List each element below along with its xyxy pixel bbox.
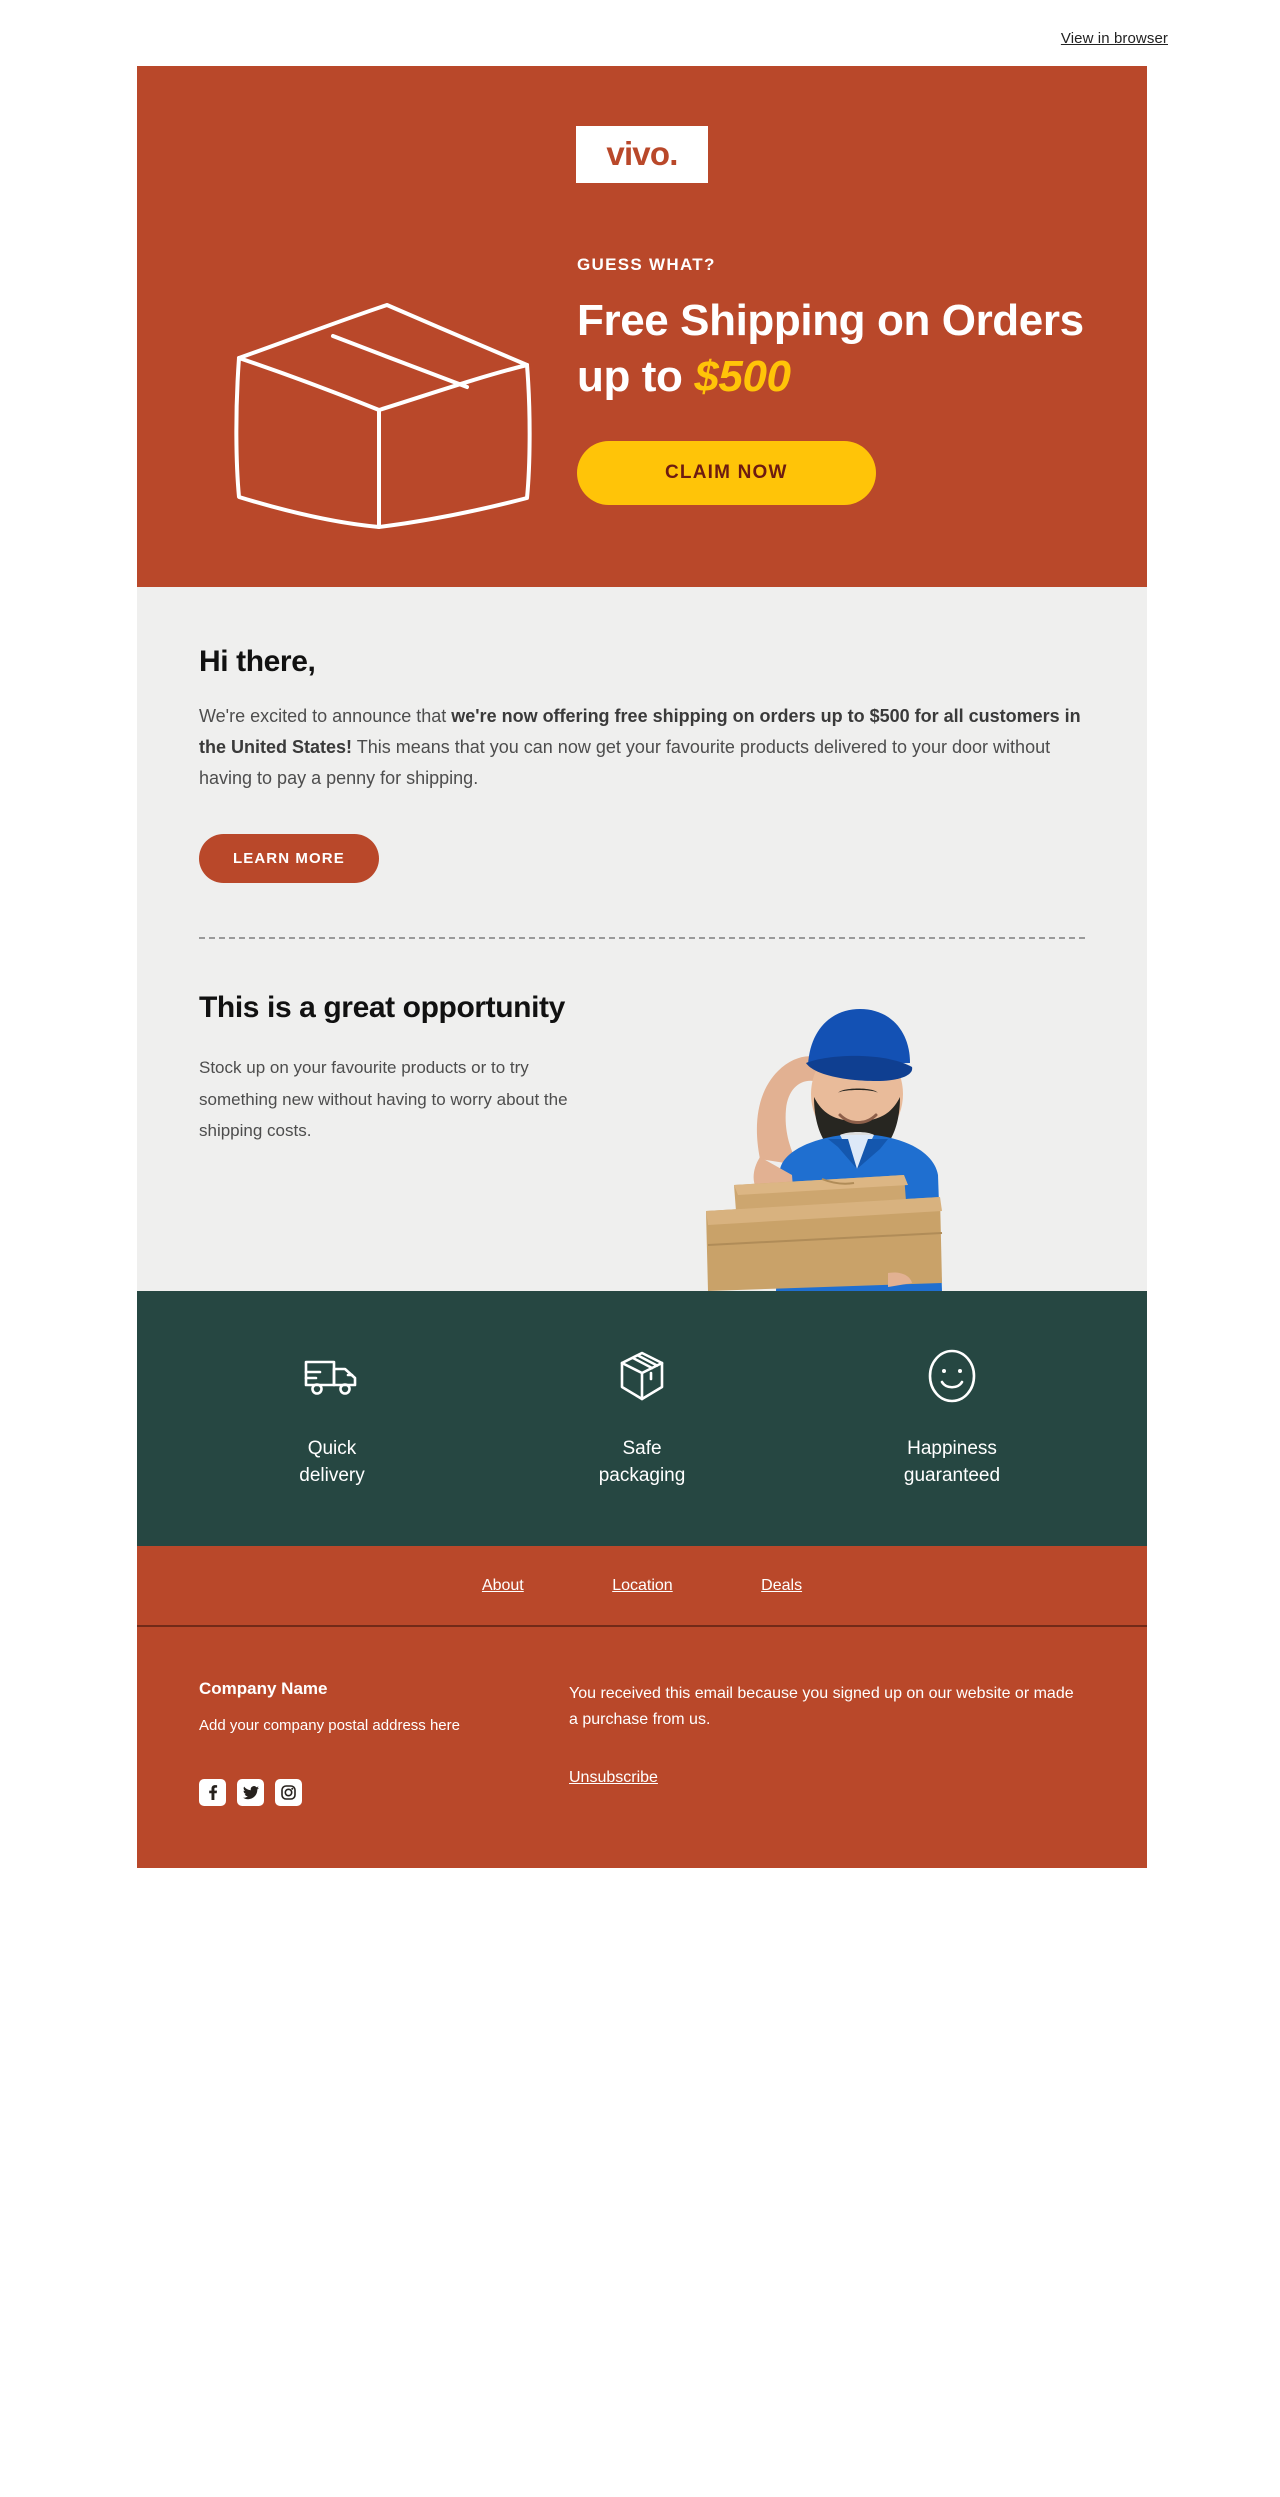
email-container: vivo. GUESS WHAT? Free Shipping on Order… bbox=[137, 66, 1147, 1869]
opportunity-copy: This is a great opportunity Stock up on … bbox=[199, 989, 619, 1147]
cardboard-box-line-art-icon bbox=[234, 303, 532, 529]
package-box-icon bbox=[487, 1345, 797, 1407]
twitter-icon[interactable] bbox=[237, 1779, 264, 1807]
instagram-icon[interactable] bbox=[275, 1779, 302, 1807]
hero-illustration bbox=[187, 225, 577, 535]
footer-section: Company Name Add your company postal add… bbox=[137, 1626, 1147, 1869]
intro-greeting: Hi there, bbox=[199, 645, 316, 678]
feature-happiness-guaranteed: Happiness guaranteed bbox=[797, 1345, 1107, 1490]
delivery-truck-icon bbox=[177, 1345, 487, 1407]
view-in-browser-link[interactable]: View in browser bbox=[1061, 30, 1168, 47]
feature-label: Safe packaging bbox=[598, 1437, 686, 1487]
logo-container: vivo. bbox=[137, 106, 1147, 225]
smiley-face-icon bbox=[797, 1345, 1107, 1407]
footer-link-location[interactable]: Location bbox=[612, 1577, 673, 1595]
footer-link-about[interactable]: About bbox=[482, 1577, 524, 1595]
hero-headline: Free Shipping on Orders up to $500 bbox=[577, 293, 1097, 405]
footer-note-column: You received this email because you sign… bbox=[569, 1679, 1085, 1807]
delivery-man-illustration-icon bbox=[642, 988, 1062, 1291]
hero-headline-text: Free Shipping on Orders up to bbox=[577, 296, 1084, 401]
intro-lead: We're excited to announce that bbox=[199, 706, 452, 726]
unsubscribe-link[interactable]: Unsubscribe bbox=[569, 1769, 658, 1786]
intro-paragraph: We're excited to announce that we're now… bbox=[199, 701, 1085, 794]
claim-now-button[interactable]: CLAIM NOW bbox=[577, 440, 876, 505]
opportunity-heading: This is a great opportunity bbox=[199, 990, 565, 1024]
facebook-icon[interactable] bbox=[199, 1779, 226, 1807]
footer-company-column: Company Name Add your company postal add… bbox=[199, 1679, 569, 1807]
hero-section: vivo. GUESS WHAT? Free Shipping on Order… bbox=[137, 66, 1147, 587]
footer-nav: About Location Deals bbox=[137, 1545, 1147, 1627]
feature-label: Quick delivery bbox=[299, 1437, 365, 1487]
opportunity-section: This is a great opportunity Stock up on … bbox=[199, 939, 1085, 1291]
hero-eyebrow: GUESS WHAT? bbox=[577, 255, 716, 274]
feature-quick-delivery: Quick delivery bbox=[177, 1345, 487, 1490]
delivery-man-photo bbox=[619, 988, 1085, 1291]
company-address: Add your company postal address here bbox=[199, 1716, 460, 1734]
footer-link-deals[interactable]: Deals bbox=[761, 1577, 802, 1595]
features-strip: Quick delivery Safe packaging Happiness … bbox=[137, 1290, 1147, 1546]
learn-more-button[interactable]: LEARN MORE bbox=[199, 833, 379, 883]
feature-safe-packaging: Safe packaging bbox=[487, 1345, 797, 1490]
content-section: Hi there, We're excited to announce that… bbox=[137, 587, 1147, 1291]
brand-logo: vivo. bbox=[576, 126, 708, 183]
hero-body: GUESS WHAT? Free Shipping on Orders up t… bbox=[137, 225, 1147, 535]
preheader-bar: View in browser bbox=[0, 0, 1280, 66]
opportunity-body: Stock up on your favourite products or t… bbox=[199, 1058, 568, 1141]
hero-copy: GUESS WHAT? Free Shipping on Orders up t… bbox=[577, 225, 1097, 505]
company-name: Company Name bbox=[199, 1678, 328, 1698]
social-links bbox=[199, 1779, 569, 1807]
footer-note: You received this email because you sign… bbox=[569, 1684, 1074, 1728]
hero-headline-amount: $500 bbox=[694, 351, 791, 401]
feature-label: Happiness guaranteed bbox=[903, 1437, 1001, 1487]
